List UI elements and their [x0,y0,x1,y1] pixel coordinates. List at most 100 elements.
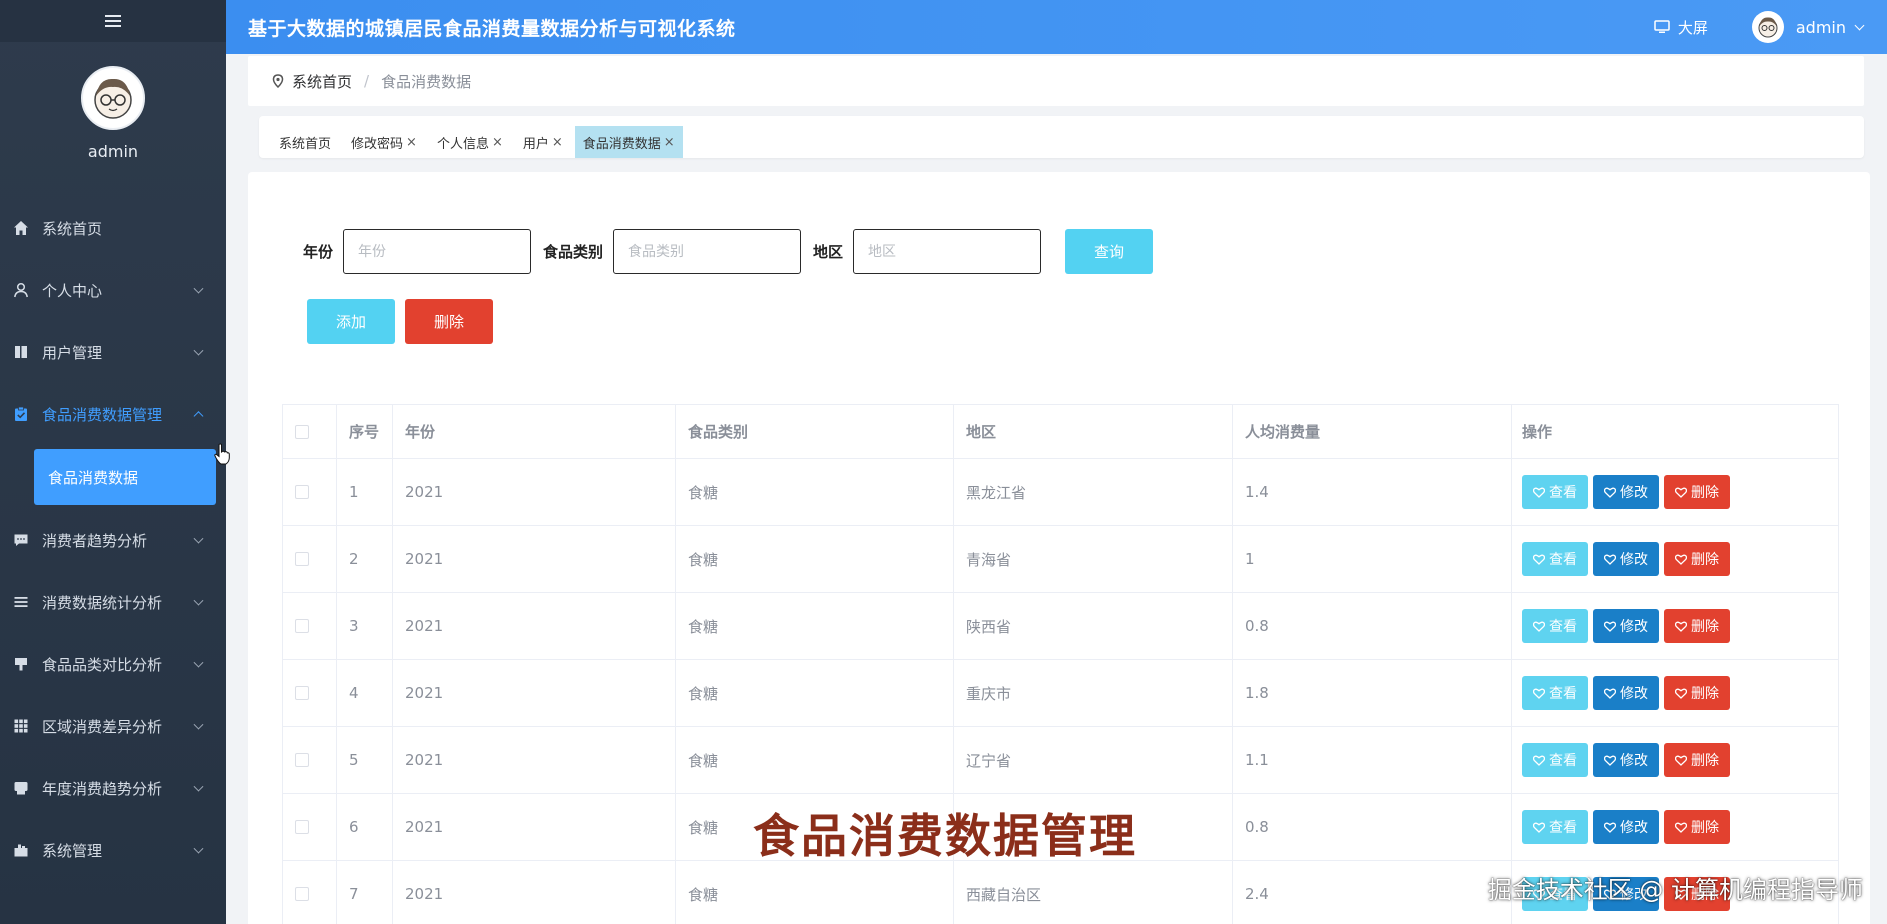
header-region: 地区 [954,405,1233,458]
tab-bar: 系统首页 修改密码 × 个人信息 × 用户 × 食品消费数据 × [259,116,1864,158]
sidebar-item-user-management[interactable]: 用户管理 [0,321,226,383]
add-button[interactable]: 添加 [307,299,395,344]
row-checkbox[interactable] [295,552,309,566]
tab-label: 个人信息 [436,136,489,152]
delete-button[interactable]: 删除 [1664,743,1730,777]
sidebar-item-personal-center[interactable]: 个人中心 [0,259,226,321]
close-icon[interactable]: × [552,135,563,150]
close-icon[interactable]: × [664,135,675,150]
sidebar-item-consumer-trend[interactable]: 消费者趋势分析 [0,509,226,571]
cell-actions: 查看 修改 删除 [1512,727,1839,793]
category-input[interactable] [613,229,802,274]
table-row: 3 2021 食糖 陕西省 0.8 查看 修改 删除 [282,593,1839,660]
region-input[interactable] [853,229,1042,274]
edit-button[interactable]: 修改 [1593,743,1659,777]
edit-button[interactable]: 修改 [1593,542,1659,576]
cell-category: 食糖 [676,660,954,726]
view-button[interactable]: 查看 [1522,542,1588,576]
row-checkbox[interactable] [295,820,309,834]
cell-category: 食糖 [676,526,954,592]
delete-button[interactable]: 删除 [1664,676,1730,710]
delete-label: 删除 [1691,686,1719,702]
tab-user[interactable]: 用户 × [515,126,571,158]
row-checkbox[interactable] [295,887,309,901]
tab-food-consumption-data[interactable]: 食品消费数据 × [574,126,683,158]
sidebar-item-label: 食品品类对比分析 [42,655,163,674]
chevron-down-icon [193,719,204,730]
cell-region: 辽宁省 [954,727,1233,793]
breadcrumb-home[interactable]: 系统首页 [292,71,352,92]
tab-personal-info[interactable]: 个人信息 × [429,126,511,158]
sidebar-item-home[interactable]: 系统首页 [0,197,226,259]
chevron-down-icon [193,843,204,854]
cell-region: 重庆市 [954,660,1233,726]
delete-button[interactable]: 删除 [1664,810,1730,844]
close-icon[interactable]: × [406,135,417,150]
sidebar-item-category-comparison[interactable]: 食品品类对比分析 [0,633,226,695]
cell-region: 陕西省 [954,593,1233,659]
cell-year: 2021 [393,794,676,860]
view-button[interactable]: 查看 [1522,676,1588,710]
sidebar-username: admin [87,142,139,161]
sidebar-item-label: 系统首页 [42,219,103,238]
tab-label: 修改密码 [351,136,404,152]
sidebar-subitem-food-consumption-data[interactable]: 食品消费数据 [34,449,216,505]
tab-change-password[interactable]: 修改密码 × [343,126,425,158]
edit-label: 修改 [1620,619,1648,635]
edit-button[interactable]: 修改 [1593,475,1659,509]
avatar[interactable] [81,66,145,130]
delete-label: 删除 [1691,552,1719,568]
row-checkbox-cell [282,861,337,924]
view-button[interactable]: 查看 [1522,609,1588,643]
row-checkbox[interactable] [295,753,309,767]
row-checkbox[interactable] [295,686,309,700]
edit-button[interactable]: 修改 [1593,810,1659,844]
sidebar-profile: admin [0,42,226,161]
avatar-face-icon [94,78,132,119]
table-row: 2 2021 食糖 青海省 1 查看 修改 删除 [282,526,1839,593]
sidebar-toggle[interactable] [0,0,226,42]
tab-label: 系统首页 [279,136,332,152]
cell-no: 3 [337,593,393,659]
batch-delete-button[interactable]: 删除 [405,299,493,344]
select-all-checkbox[interactable] [295,424,309,439]
sidebar-item-system-management[interactable]: 系统管理 [0,819,226,881]
delete-button[interactable]: 删除 [1664,609,1730,643]
cell-amount: 0.8 [1233,593,1512,659]
sidebar-item-regional-difference[interactable]: 区域消费差异分析 [0,695,226,757]
heart-icon [1675,621,1687,632]
close-icon[interactable]: × [492,135,503,150]
query-button[interactable]: 查询 [1065,229,1154,274]
app-title: 基于大数据的城镇居民食品消费量数据分析与可视化系统 [248,17,736,40]
year-input[interactable] [343,229,532,274]
row-checkbox[interactable] [295,485,309,499]
row-checkbox[interactable] [295,619,309,633]
chevron-down-icon [193,533,204,544]
row-checkbox-cell [282,459,337,525]
delete-button[interactable]: 删除 [1664,542,1730,576]
hand-cursor-icon [214,443,230,465]
edit-button[interactable]: 修改 [1593,609,1659,643]
heart-icon [1533,688,1545,699]
heart-icon [1675,755,1687,766]
cell-year: 2021 [393,459,676,525]
user-icon [12,281,30,299]
view-button[interactable]: 查看 [1522,743,1588,777]
sidebar-item-annual-trend[interactable]: 年度消费趋势分析 [0,757,226,819]
cell-category: 食糖 [676,593,954,659]
printer-icon [12,779,30,797]
delete-button[interactable]: 删除 [1664,475,1730,509]
user-menu[interactable]: admin [1751,11,1865,43]
bigscreen-button[interactable]: 大屏 [1654,17,1708,38]
category-label: 食品类别 [543,243,604,261]
edit-button[interactable]: 修改 [1593,676,1659,710]
heart-icon [1604,755,1616,766]
sidebar-item-food-consumption-management[interactable]: 食品消费数据管理 [0,383,226,445]
hamburger-icon[interactable] [105,15,121,27]
view-button[interactable]: 查看 [1522,810,1588,844]
row-checkbox-cell [282,526,337,592]
heart-icon [1675,822,1687,833]
view-button[interactable]: 查看 [1522,475,1588,509]
sidebar-item-consumption-statistics[interactable]: 消费数据统计分析 [0,571,226,633]
tab-home[interactable]: 系统首页 [271,126,339,158]
